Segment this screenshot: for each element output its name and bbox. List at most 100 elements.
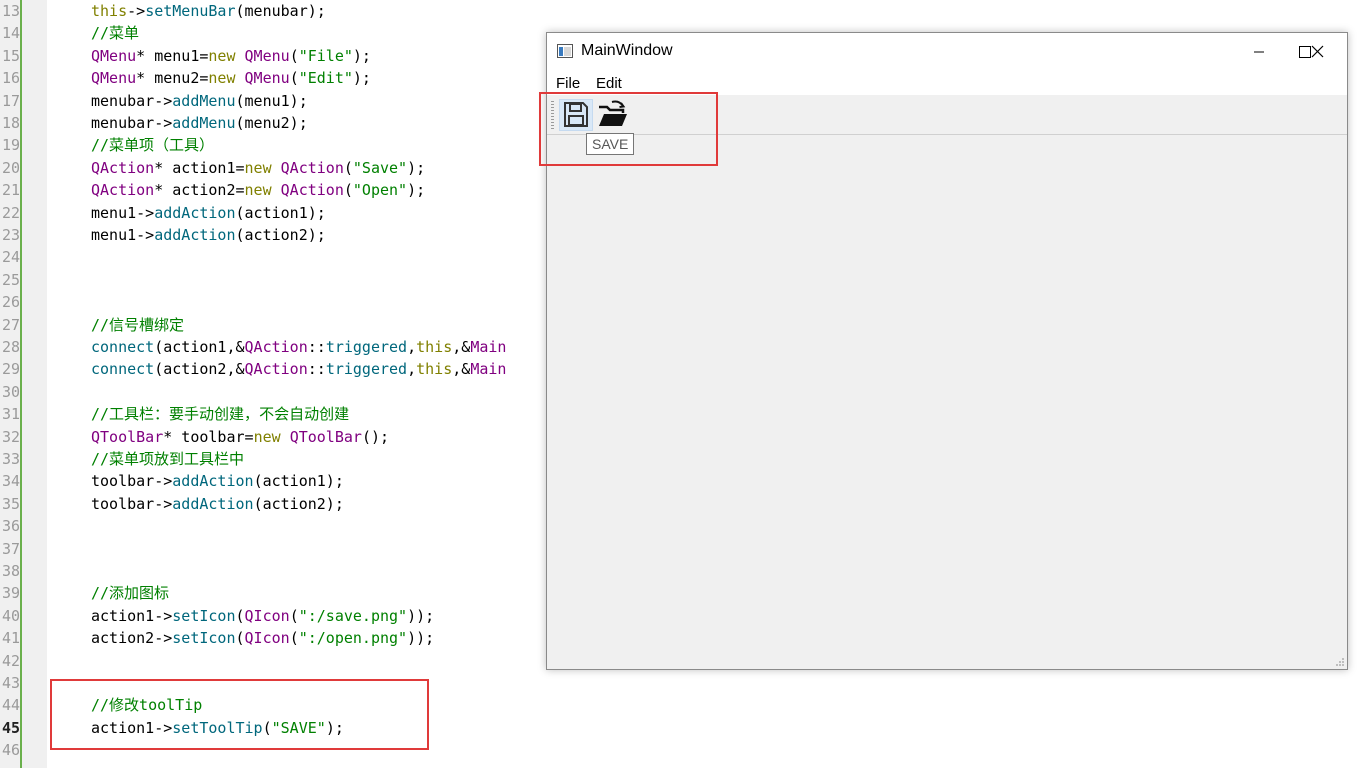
title-bar[interactable]: MainWindow (547, 33, 1347, 71)
line-number: 41 (1, 629, 20, 648)
code-token: (menu1); (235, 91, 308, 110)
code-token: QAction (91, 158, 155, 177)
line-number: 13 (1, 2, 20, 20)
code-token: action2-> (91, 629, 173, 648)
code-token: QIcon (244, 629, 290, 648)
code-token: ( (289, 46, 299, 65)
code-line: this->setMenuBar(menubar); (91, 0, 326, 22)
highlight-box-toolbar (539, 92, 718, 166)
code-token: ":/save.png" (298, 606, 408, 625)
resize-grip-icon[interactable] (1335, 657, 1345, 667)
menu-edit[interactable]: Edit (596, 75, 622, 92)
code-line: QMenu* menu1=new QMenu("File"); (91, 45, 371, 67)
code-token: addMenu (172, 114, 236, 132)
line-number: 19 (1, 136, 20, 155)
code-token: (); (361, 427, 390, 446)
code-token: (action1); (235, 203, 326, 222)
code-token: (action2); (235, 226, 326, 244)
code-token: addAction (172, 494, 254, 513)
code-line: menu1->addAction(action2); (91, 224, 326, 246)
app-window-icon (557, 44, 573, 58)
code-token: //菜单项（工具） (91, 136, 215, 155)
line-number: 30 (1, 382, 20, 401)
line-number: 34 (1, 472, 20, 491)
code-token: toolbar-> (91, 472, 173, 491)
code-line: //菜单项（工具） (91, 134, 214, 156)
code-token: -> (127, 2, 146, 20)
code-token: //工具栏：要手动创建，不会自动创建 (91, 405, 350, 424)
code-token: QIcon (244, 606, 290, 625)
code-token: )); (407, 629, 435, 648)
menu-file[interactable]: File (556, 75, 580, 92)
code-token: (menubar); (235, 2, 326, 20)
code-token: :: (307, 360, 326, 379)
code-token: "Open" (352, 181, 408, 200)
code-token: QAction (280, 158, 344, 177)
code-token: (action2); (253, 494, 344, 513)
code-token: QToolBar (289, 427, 362, 446)
code-line: QMenu* menu2=new QMenu("Edit"); (91, 67, 371, 89)
code-token: QAction (280, 181, 344, 200)
code-token: new (244, 181, 272, 200)
code-token: * toolbar= (163, 427, 254, 446)
code-token: addAction (154, 226, 236, 244)
code-token: //菜单项放到工具栏中 (91, 450, 245, 468)
code-token: ); (407, 158, 426, 177)
code-line: menubar->addMenu(menu1); (91, 90, 308, 112)
code-token: setIcon (172, 606, 236, 625)
code-line: //信号槽绑定 (91, 314, 184, 336)
line-number: 29 (1, 360, 20, 379)
code-token: ( (235, 606, 245, 625)
code-line: connect(action2,&QAction::triggered,this… (91, 358, 506, 380)
code-token: Main (470, 338, 507, 356)
code-token: toolbar-> (91, 494, 173, 513)
code-token: action1-> (91, 606, 173, 625)
line-number: 21 (1, 181, 20, 200)
line-number: 16 (1, 69, 20, 88)
code-token: //添加图标 (91, 584, 170, 603)
line-number: 20 (1, 158, 20, 177)
code-token: ( (343, 158, 353, 177)
code-token: this (91, 2, 128, 20)
code-token: new (244, 158, 272, 177)
code-line: menu1->addAction(action1); (91, 202, 326, 224)
line-number: 15 (1, 46, 20, 65)
code-token: QMenu (91, 46, 137, 65)
code-token: QAction (91, 181, 155, 200)
window-title: MainWindow (581, 42, 673, 59)
code-token: :: (307, 338, 326, 356)
line-number: 17 (1, 91, 20, 110)
code-token: (action1); (253, 472, 344, 491)
code-token: QMenu (244, 69, 290, 88)
code-line: //菜单 (91, 22, 139, 44)
code-token: , (407, 360, 417, 379)
line-number: 35 (1, 494, 20, 513)
line-number: 31 (1, 405, 20, 424)
line-number: 28 (1, 338, 20, 356)
code-line: //菜单项放到工具栏中 (91, 448, 244, 470)
code-token: ); (352, 69, 371, 88)
code-token: (action2,& (154, 360, 245, 379)
minimize-button[interactable] (1236, 33, 1282, 71)
line-number-gutter: 13 14 15 16 17 18 19 20 21 22 23 24 25 26 27 28 29 30 31 32… (0, 0, 47, 768)
code-token: * menu2= (136, 69, 209, 88)
minimize-icon (1254, 51, 1264, 53)
close-button[interactable] (1295, 33, 1341, 71)
code-token: , (407, 338, 417, 356)
line-number: 39 (1, 584, 20, 603)
code-token: menu1-> (91, 203, 155, 222)
close-icon (1311, 45, 1324, 58)
code-token: this (416, 360, 453, 379)
code-token: QMenu (244, 46, 290, 65)
code-line: QToolBar* toolbar=new QToolBar(); (91, 426, 389, 448)
code-line: action2->setIcon(QIcon(":/open.png")); (91, 627, 434, 649)
code-line: connect(action1,&QAction::triggered,this… (91, 336, 506, 358)
code-token: )); (407, 606, 435, 625)
line-number: 18 (1, 114, 20, 132)
code-token: * action1= (154, 158, 245, 177)
code-token: ( (289, 69, 299, 88)
